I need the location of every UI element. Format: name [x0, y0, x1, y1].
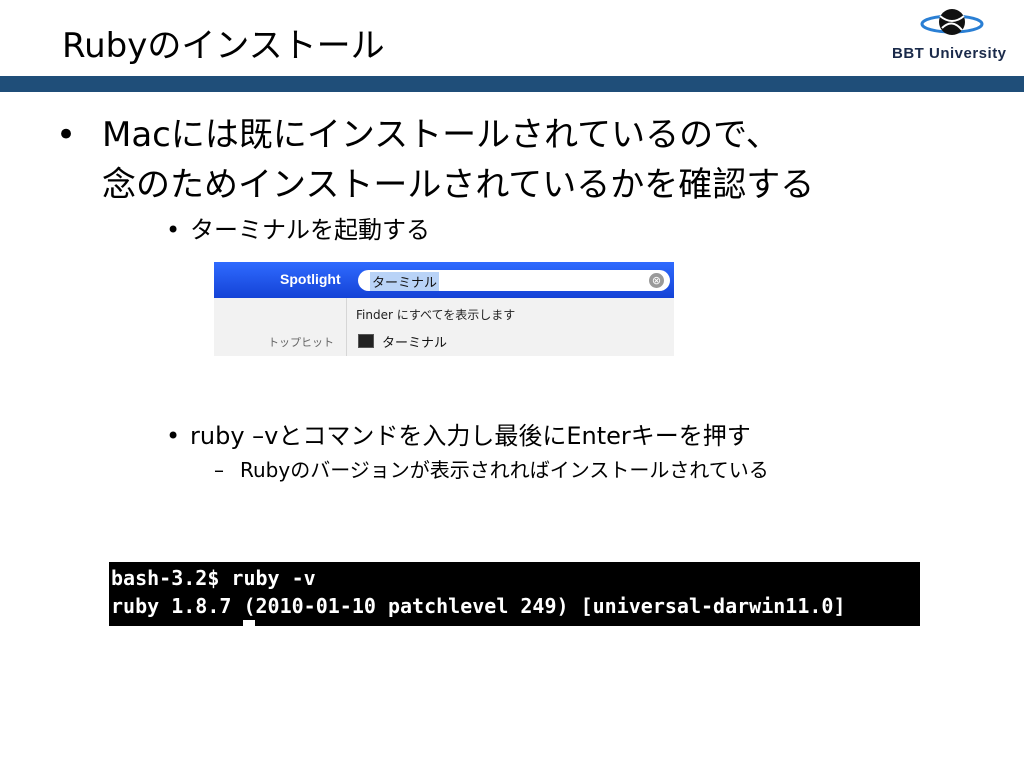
spotlight-top-hit-label: トップヒット — [268, 336, 334, 349]
sub-bullet-run-command: • ruby –vとコマンドを入力し最後にEnterキーを押す — [166, 420, 751, 452]
title-bar — [0, 76, 1024, 92]
sub-bullet-text: ruby –vとコマンドを入力し最後にEnterキーを押す — [190, 422, 751, 450]
terminal-screenshot: bash-3.2$ ruby -v ruby 1.8.7 (2010-01-10… — [109, 562, 920, 626]
terminal-cursor — [243, 620, 255, 626]
spotlight-finder-text: Finder にすべてを表示します — [356, 308, 516, 322]
logo-text: BBT University — [892, 45, 1007, 62]
sub-bullet-launch-terminal: • ターミナルを起動する — [166, 214, 430, 246]
detail-bullet-text: Rubyのバージョンが表示されればインストールされている — [240, 458, 769, 482]
spotlight-result-label: ターミナル — [382, 336, 448, 351]
detail-bullet-version: – Rubyのバージョンが表示されればインストールされている — [214, 457, 769, 483]
terminal-app-icon — [358, 334, 374, 348]
spotlight-search-field: ターミナル ⊗ — [358, 270, 670, 291]
spotlight-search-value: ターミナル — [370, 272, 440, 291]
dash-marker: – — [214, 458, 224, 482]
clear-icon: ⊗ — [649, 273, 664, 288]
bullet-dot: • — [56, 115, 77, 155]
spotlight-divider — [346, 298, 347, 356]
spotlight-label: Spotlight — [280, 271, 341, 287]
spotlight-screenshot: Spotlight ターミナル ⊗ Finder にすべてを表示します トップヒ… — [214, 262, 674, 356]
globe-logo-icon — [920, 9, 984, 35]
bullet-dot: • — [166, 422, 181, 450]
sub-bullet-text: ターミナルを起動する — [190, 216, 430, 244]
slide-title: Rubyのインストール — [62, 26, 385, 66]
bbt-university-logo: BBT University — [888, 4, 1018, 68]
terminal-line-command: bash-3.2$ ruby -v — [111, 566, 316, 590]
bullet-dot: • — [166, 216, 181, 244]
main-bullet-line2: 念のためインストールされているかを確認する — [102, 165, 815, 205]
main-bullet-line1: Macには既にインストールされているので、 — [102, 115, 780, 155]
terminal-line-output: ruby 1.8.7 (2010-01-10 patchlevel 249) [… — [111, 594, 846, 618]
